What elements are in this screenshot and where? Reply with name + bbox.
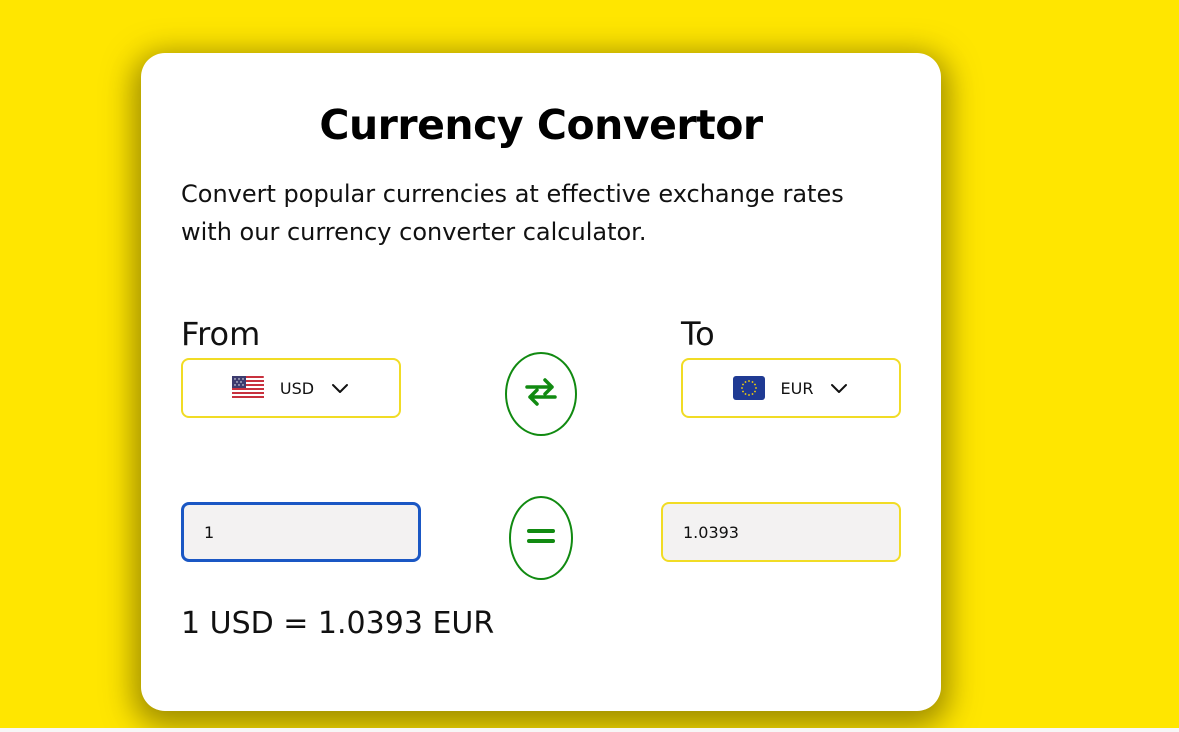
chevron-down-icon <box>330 378 350 398</box>
swap-arrows-icon <box>523 376 559 412</box>
eu-flag-icon <box>732 376 765 400</box>
from-currency-select[interactable]: USD <box>181 358 401 418</box>
swap-button[interactable] <box>505 352 577 436</box>
to-label: To <box>681 315 715 353</box>
to-amount-output[interactable] <box>661 502 901 562</box>
from-label: From <box>181 315 261 353</box>
page-bottom-edge <box>0 728 1179 732</box>
chevron-down-icon <box>829 378 849 398</box>
converter-card: Currency Convertor Convert popular curre… <box>141 53 941 711</box>
conversion-result: 1 USD = 1.0393 EUR <box>181 606 495 641</box>
to-currency-code: EUR <box>780 378 814 398</box>
page-description: Convert popular currencies at effective … <box>181 180 844 246</box>
to-currency-select[interactable]: EUR <box>681 358 901 418</box>
page-title: Currency Convertor <box>319 101 763 149</box>
from-currency-code: USD <box>279 378 315 398</box>
equals-icon <box>526 524 556 552</box>
equals-badge <box>509 496 573 580</box>
from-amount-input[interactable] <box>181 502 421 562</box>
us-flag-icon <box>231 376 264 400</box>
